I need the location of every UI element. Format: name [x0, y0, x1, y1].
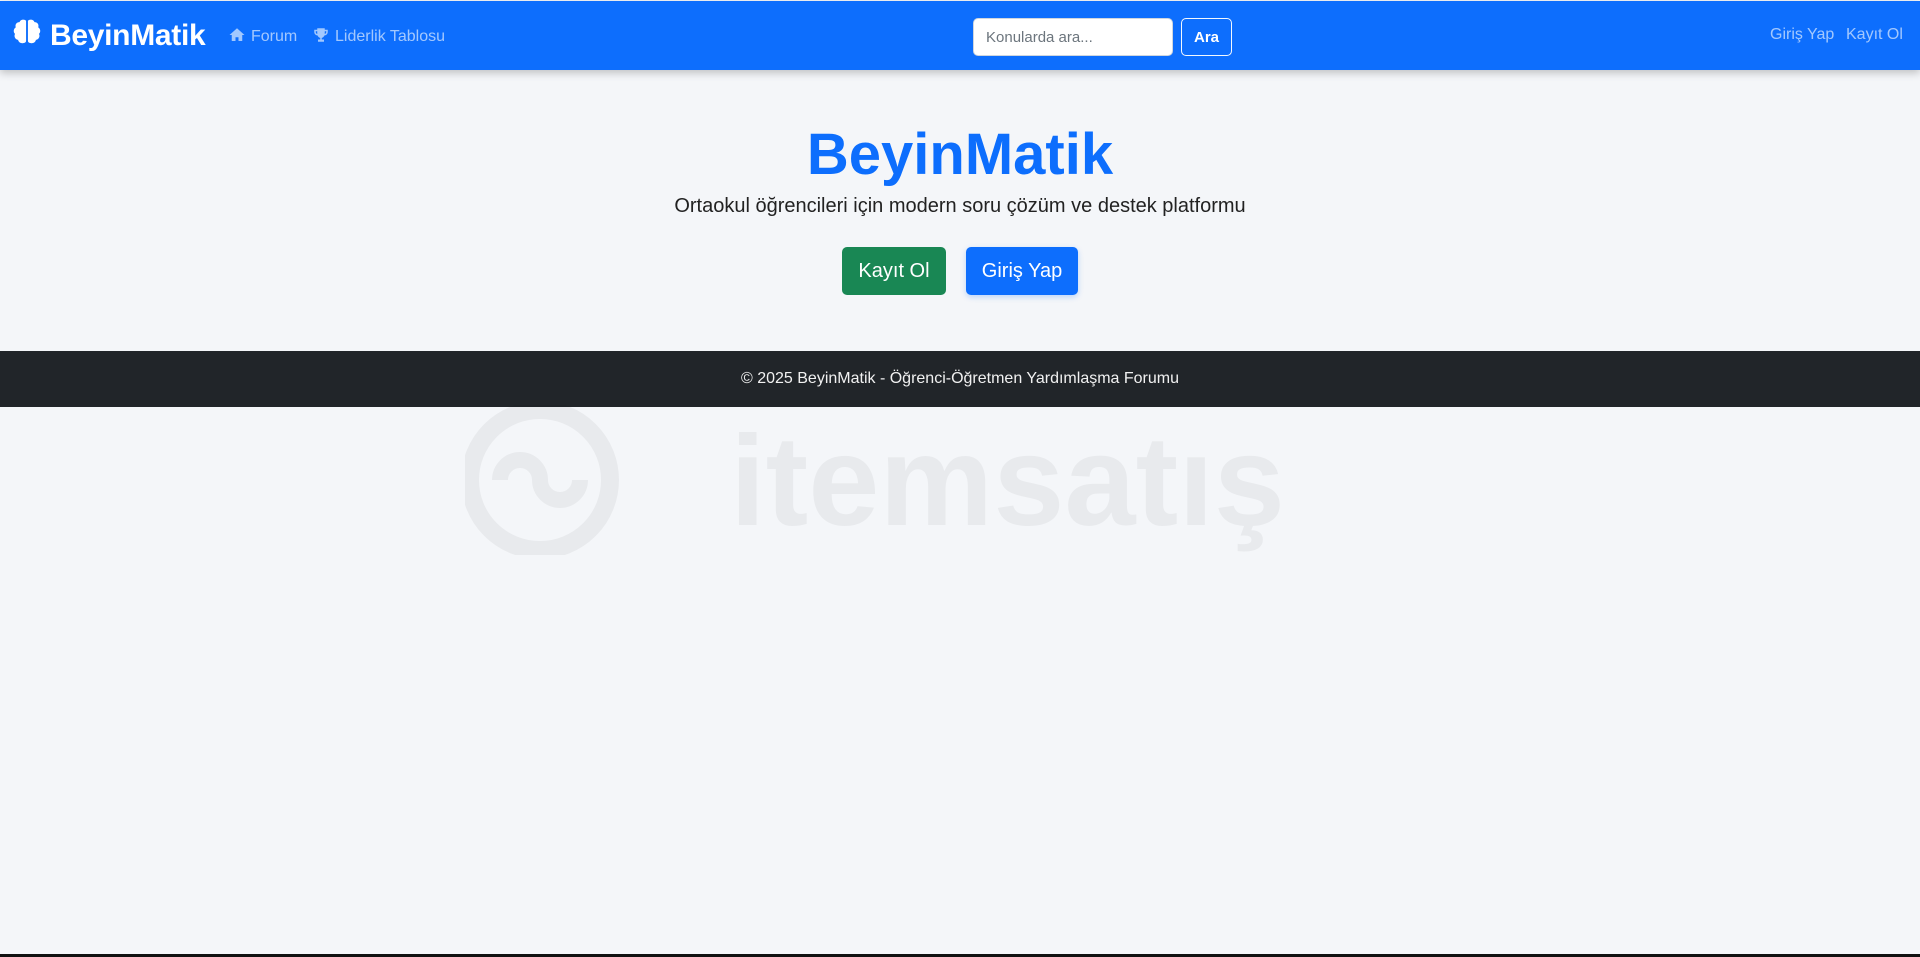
- brand-name: BeyinMatik: [50, 19, 206, 52]
- nav-link-leaderboard[interactable]: Liderlik Tablosu: [312, 25, 445, 49]
- home-icon: [228, 26, 246, 49]
- login-button[interactable]: Giriş Yap: [966, 247, 1078, 295]
- footer: © 2025 BeyinMatik - Öğrenci-Öğretmen Yar…: [0, 351, 1920, 407]
- nav-link-forum[interactable]: Forum: [228, 25, 297, 49]
- nav-register-link[interactable]: Kayıt Ol: [1846, 26, 1903, 44]
- nav-link-label: Forum: [251, 28, 298, 45]
- brand-link[interactable]: BeyinMatik: [12, 16, 206, 56]
- footer-text: © 2025 BeyinMatik - Öğrenci-Öğretmen Yar…: [740, 370, 1180, 387]
- search-button[interactable]: Ara: [1181, 18, 1232, 56]
- register-button[interactable]: Kayıt Ol: [842, 247, 946, 295]
- brain-icon: [12, 17, 42, 55]
- top-navbar: BeyinMatik Forum Liderlik Tablosu Ara Gi…: [0, 1, 1920, 70]
- watermark-text: itemsatış: [730, 410, 1285, 553]
- search-input[interactable]: [973, 18, 1173, 56]
- watermark-logo: itemsatış: [461, 401, 1425, 559]
- trophy-icon: [312, 26, 330, 49]
- nav-link-label: Liderlik Tablosu: [335, 28, 445, 45]
- hero-subtitle: Ortaokul öğrencileri için modern soru çö…: [674, 195, 1246, 217]
- nav-login-link[interactable]: Giriş Yap: [1770, 26, 1834, 44]
- hero-section: BeyinMatik Ortaokul öğrencileri için mod…: [0, 70, 1920, 351]
- hero-title: BeyinMatik: [806, 122, 1114, 187]
